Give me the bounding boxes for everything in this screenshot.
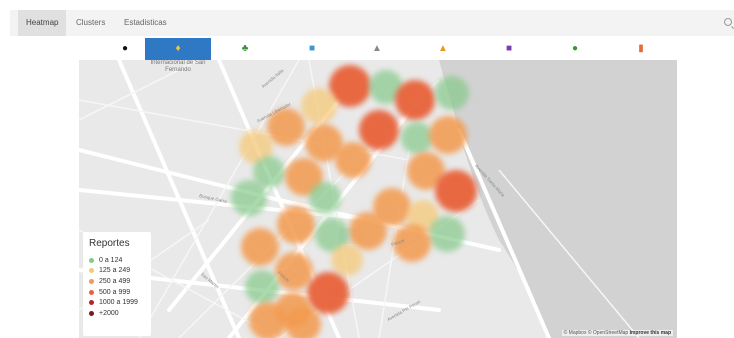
legend-swatch bbox=[89, 310, 94, 316]
tab-clusters[interactable]: Clusters bbox=[76, 10, 105, 36]
legend-label: 1000 a 1999 bbox=[99, 299, 138, 307]
filter-button[interactable]: ▲ bbox=[354, 38, 400, 60]
legend-label: 0 a 124 bbox=[99, 256, 123, 264]
heat-spot bbox=[301, 88, 337, 124]
lightbulb-icon: ♦ bbox=[175, 43, 181, 54]
heat-spot bbox=[309, 182, 341, 214]
barrier-icon: ▮ bbox=[638, 43, 644, 54]
legend-swatch bbox=[89, 289, 94, 295]
tab-estadisticas[interactable]: Estadisticas bbox=[124, 10, 167, 36]
legend-label: +2000 bbox=[99, 309, 119, 317]
heat-spot bbox=[429, 116, 467, 154]
map-legend: Reportes 0 a 124 125 a 249 250 a 499 500… bbox=[83, 232, 151, 336]
legend-item: 250 a 499 bbox=[89, 276, 145, 287]
legend-item: 0 a 124 bbox=[89, 255, 145, 266]
legend-swatch bbox=[89, 257, 94, 263]
heat-spot bbox=[349, 212, 387, 250]
place-label: Internacional de San Fernando bbox=[150, 60, 206, 73]
legend-item: 125 a 249 bbox=[89, 266, 145, 277]
heat-spot bbox=[359, 110, 399, 150]
filter-button[interactable]: ▲ bbox=[420, 38, 466, 60]
heat-spot bbox=[335, 142, 371, 178]
filter-button[interactable]: ■ bbox=[486, 38, 532, 60]
legend-swatch bbox=[89, 278, 94, 284]
frame-icon: ■ bbox=[505, 43, 513, 54]
filter-button[interactable]: ● bbox=[552, 38, 598, 60]
legend-label: 500 a 999 bbox=[99, 288, 131, 296]
heat-spot bbox=[231, 180, 267, 216]
tree-icon: ♣ bbox=[241, 43, 249, 54]
legend-item: 1000 a 1999 bbox=[89, 297, 145, 308]
container-icon: ■ bbox=[308, 43, 316, 54]
map-pin-icon: ● bbox=[571, 43, 579, 54]
bench-icon: ▲ bbox=[372, 43, 382, 54]
legend-swatch bbox=[89, 268, 94, 274]
heat-spot bbox=[401, 122, 433, 154]
legend-title: Reportes bbox=[89, 238, 130, 249]
heatmap-map[interactable]: Internacional de San Fernando Avenida Li… bbox=[79, 60, 677, 338]
filter-button[interactable]: ▮ bbox=[618, 38, 664, 60]
heat-spot bbox=[241, 228, 279, 266]
tab-heatmap[interactable]: Heatmap bbox=[18, 10, 67, 36]
cone-icon: ▲ bbox=[438, 43, 448, 54]
heat-spot bbox=[331, 244, 363, 276]
legend-item: 500 a 999 bbox=[89, 287, 145, 298]
filter-button[interactable]: ■ bbox=[289, 38, 335, 60]
heat-spot bbox=[435, 76, 469, 110]
filter-button-selected[interactable]: ♦ bbox=[145, 38, 211, 60]
heat-spot bbox=[245, 270, 279, 304]
legend-label: 125 a 249 bbox=[99, 267, 131, 275]
heat-spot bbox=[285, 306, 321, 338]
heat-spot bbox=[277, 206, 315, 244]
heat-spot bbox=[435, 170, 477, 212]
filter-button[interactable]: ♣ bbox=[222, 38, 268, 60]
heat-spot bbox=[429, 216, 465, 252]
legend-swatch bbox=[89, 300, 94, 306]
heat-spot bbox=[395, 80, 435, 120]
category-filter-bar: ● ♦ ♣ ■ ▲ ▲ ■ ● ▮ bbox=[0, 38, 734, 60]
check-circle-icon: ● bbox=[121, 43, 129, 54]
filter-button[interactable]: ● bbox=[102, 38, 148, 60]
search-icon[interactable] bbox=[724, 18, 732, 26]
improve-map-link[interactable]: Improve this map bbox=[630, 330, 671, 336]
tab-bar: Heatmap Clusters Estadisticas bbox=[10, 10, 734, 36]
heat-spot bbox=[307, 272, 349, 314]
legend-label: 250 a 499 bbox=[99, 277, 131, 285]
map-attribution: © Mapbox © OpenStreetMap Improve this ma… bbox=[561, 330, 673, 336]
legend-item: +2000 bbox=[89, 308, 145, 319]
attribution-text: © Mapbox © OpenStreetMap bbox=[563, 330, 629, 336]
heat-spot bbox=[249, 302, 287, 338]
